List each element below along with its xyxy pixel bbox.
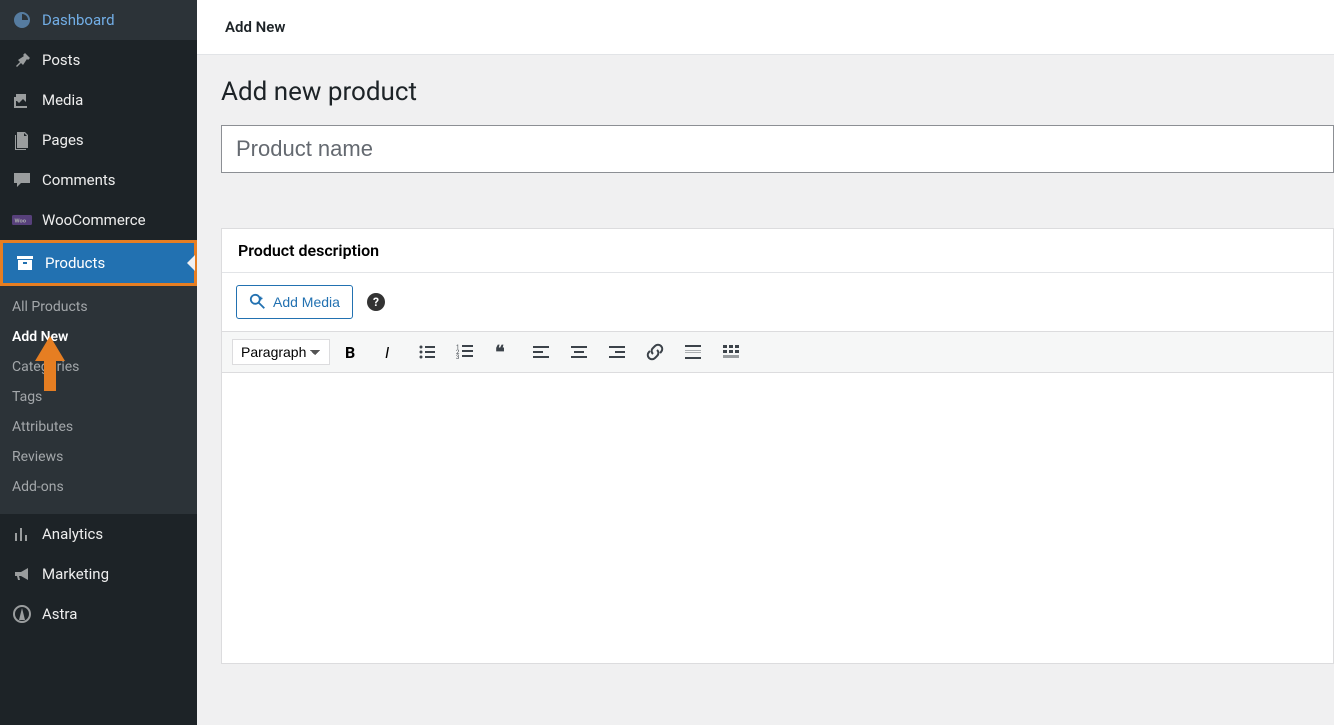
analytics-icon bbox=[12, 524, 32, 544]
align-left-button[interactable] bbox=[524, 337, 558, 367]
header-bar: Add New bbox=[197, 0, 1334, 55]
content-area: Add New Add new product Product descript… bbox=[197, 0, 1334, 725]
astra-icon bbox=[12, 604, 32, 624]
align-center-button[interactable] bbox=[562, 337, 596, 367]
add-media-button[interactable]: Add Media bbox=[236, 285, 353, 319]
sidebar-item-analytics[interactable]: Analytics bbox=[0, 514, 197, 554]
blockquote-button[interactable]: ❝ bbox=[486, 337, 520, 367]
sidebar-item-pages[interactable]: Pages bbox=[0, 120, 197, 160]
page-title: Add new product bbox=[221, 77, 1334, 107]
editor-body[interactable] bbox=[222, 373, 1333, 663]
sidebar-item-label: Analytics bbox=[42, 525, 103, 543]
megaphone-icon bbox=[12, 564, 32, 584]
description-label: Product description bbox=[222, 229, 1333, 273]
read-more-button[interactable] bbox=[676, 337, 710, 367]
pin-icon bbox=[12, 50, 32, 70]
sidebar-item-label: WooCommerce bbox=[42, 211, 146, 229]
editor-toolbar: Paragraph B I 123 ❝ bbox=[222, 331, 1333, 373]
main-area: Add new product Product description Add … bbox=[197, 55, 1334, 664]
submenu-attributes[interactable]: Attributes bbox=[0, 412, 197, 442]
add-media-label: Add Media bbox=[273, 294, 340, 310]
sidebar-item-marketing[interactable]: Marketing bbox=[0, 554, 197, 594]
numbered-list-button[interactable]: 123 bbox=[448, 337, 482, 367]
svg-text:Woo: Woo bbox=[15, 219, 27, 225]
align-right-button[interactable] bbox=[600, 337, 634, 367]
archive-icon bbox=[15, 253, 35, 273]
dashboard-icon bbox=[12, 10, 32, 30]
products-submenu: All Products Add New Categories Tags Att… bbox=[0, 286, 197, 514]
submenu-tags[interactable]: Tags bbox=[0, 382, 197, 412]
toolbar-toggle-button[interactable] bbox=[714, 337, 748, 367]
italic-button[interactable]: I bbox=[372, 337, 406, 367]
sidebar-item-label: Media bbox=[42, 91, 83, 109]
comment-icon bbox=[12, 170, 32, 190]
header-title: Add New bbox=[225, 18, 285, 36]
submenu-all-products[interactable]: All Products bbox=[0, 292, 197, 322]
help-icon[interactable]: ? bbox=[367, 293, 385, 311]
sidebar-item-dashboard[interactable]: Dashboard bbox=[0, 0, 197, 40]
media-add-icon bbox=[249, 293, 267, 311]
submenu-categories[interactable]: Categories bbox=[0, 352, 197, 382]
sidebar-item-label: Comments bbox=[42, 171, 116, 189]
sidebar-item-products[interactable]: Products bbox=[3, 243, 194, 283]
highlight-products: Products bbox=[0, 240, 197, 286]
submenu-reviews[interactable]: Reviews bbox=[0, 442, 197, 472]
sidebar-item-label: Products bbox=[45, 254, 105, 272]
product-name-input[interactable] bbox=[221, 125, 1334, 173]
pages-icon bbox=[12, 130, 32, 150]
sidebar-item-woocommerce[interactable]: Woo WooCommerce bbox=[0, 200, 197, 240]
submenu-add-new[interactable]: Add New bbox=[0, 322, 197, 352]
svg-text:I: I bbox=[385, 343, 390, 362]
submenu-add-ons[interactable]: Add-ons bbox=[0, 472, 197, 502]
link-button[interactable] bbox=[638, 337, 672, 367]
sidebar-item-media[interactable]: Media bbox=[0, 80, 197, 120]
svg-text:B: B bbox=[345, 343, 355, 362]
format-select[interactable]: Paragraph bbox=[232, 339, 330, 365]
sidebar-item-label: Pages bbox=[42, 131, 84, 149]
sidebar-item-label: Dashboard bbox=[42, 11, 115, 29]
pointer-arrow-icon bbox=[35, 336, 65, 391]
sidebar-item-posts[interactable]: Posts bbox=[0, 40, 197, 80]
woocommerce-icon: Woo bbox=[12, 210, 32, 230]
sidebar-item-label: Marketing bbox=[42, 565, 109, 583]
sidebar-item-label: Astra bbox=[42, 605, 77, 623]
admin-sidebar: Dashboard Posts Media Pages Comments Woo… bbox=[0, 0, 197, 725]
description-box: Product description Add Media ? Paragrap… bbox=[221, 228, 1334, 664]
svg-text:❝: ❝ bbox=[495, 342, 505, 362]
sidebar-item-label: Posts bbox=[42, 51, 80, 69]
active-caret-icon bbox=[187, 255, 195, 271]
svg-text:3: 3 bbox=[456, 354, 459, 361]
bullet-list-button[interactable] bbox=[410, 337, 444, 367]
bold-button[interactable]: B bbox=[334, 337, 368, 367]
media-row: Add Media ? bbox=[222, 273, 1333, 331]
sidebar-item-astra[interactable]: Astra bbox=[0, 594, 197, 634]
media-icon bbox=[12, 90, 32, 110]
sidebar-item-comments[interactable]: Comments bbox=[0, 160, 197, 200]
